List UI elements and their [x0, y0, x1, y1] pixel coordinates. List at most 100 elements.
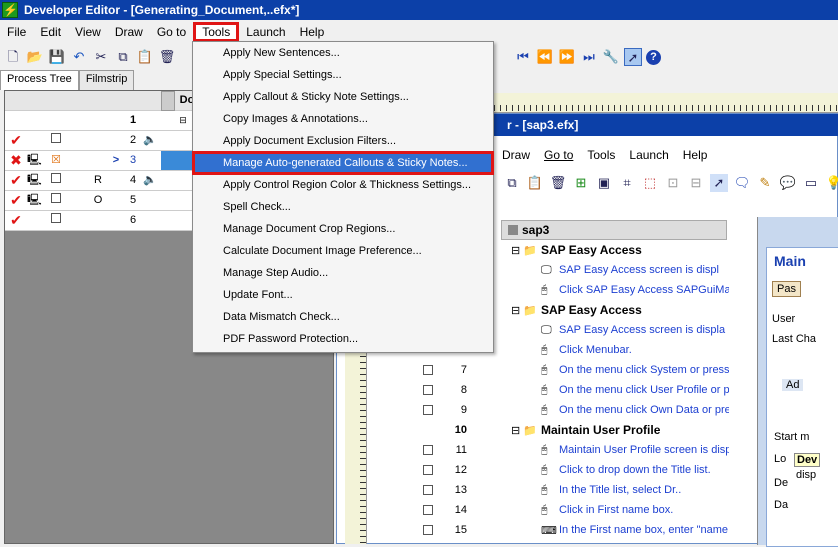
menu-edit[interactable]: Edit	[33, 25, 68, 39]
mouse-icon: 🖰	[541, 463, 548, 476]
step-checkbox[interactable]	[423, 405, 433, 415]
menu-item-copy-images-annotations[interactable]: Copy Images & Annotations...	[193, 108, 493, 130]
menu-help[interactable]: Help	[293, 25, 332, 39]
help-icon[interactable]: ?	[646, 49, 661, 65]
step-checkbox[interactable]	[423, 465, 433, 475]
menu-item-apply-callout-sticky-note-settings[interactable]: Apply Callout & Sticky Note Settings...	[193, 86, 493, 108]
list-item[interactable]: 9 🖰 On the menu click Own Data or pre	[381, 400, 729, 420]
list-item[interactable]: 11 🖰 Maintain User Profile screen is disp	[381, 440, 729, 460]
cut-icon[interactable]: ✂	[92, 48, 110, 66]
list-item[interactable]: 14 🖰 Click in First name box.	[381, 500, 727, 520]
menu-file[interactable]: File	[0, 25, 33, 39]
undo-icon[interactable]: ↶	[70, 48, 88, 66]
list-item[interactable]: 7 🖰 On the menu click System or press	[381, 360, 729, 380]
preview-label-ad: Ad	[782, 379, 804, 391]
inner-menu-tools[interactable]: Tools	[580, 146, 622, 168]
menu-item-pdf-password-protection[interactable]: PDF Password Protection...	[193, 328, 493, 350]
list-item[interactable]: 13 🖰 In the Title list, select Dr..	[381, 480, 727, 500]
add-callout-icon[interactable]: ⊞	[572, 174, 590, 192]
tab-process-tree[interactable]: Process Tree	[0, 70, 79, 90]
pointer-icon[interactable]: ➚	[710, 174, 728, 192]
inner-menu-draw[interactable]: Draw	[495, 146, 537, 168]
preview-label-pas: Pas	[772, 281, 801, 297]
save-icon[interactable]: 💾	[48, 48, 66, 66]
step-number: 12	[454, 464, 467, 476]
list-item[interactable]: 12 🖰 Click to drop down the Title list.	[381, 460, 727, 480]
comment-icon[interactable]: 💬	[779, 174, 797, 192]
first-icon[interactable]: ⏮	[514, 48, 532, 66]
mouse-icon: 🖰	[541, 483, 548, 496]
inner-menu-help[interactable]: Help	[676, 146, 715, 168]
menu-item-apply-new-sentences[interactable]: Apply New Sentences...	[193, 42, 493, 64]
menu-item-calculate-document-image-preference[interactable]: Calculate Document Image Preference...	[193, 240, 493, 262]
folder-label: Maintain User Profile	[541, 423, 661, 437]
preview-label-user: User	[772, 313, 796, 325]
screen-icon: 🖵	[541, 263, 552, 276]
wrench-icon[interactable]: 🔧	[602, 48, 620, 66]
menu-item-manage-step-audio[interactable]: Manage Step Audio...	[193, 262, 493, 284]
open-folder-icon[interactable]: 📂	[26, 48, 44, 66]
pointer-icon[interactable]: ➚	[624, 48, 642, 66]
list-item[interactable]: 15 ⌨ In the First name box, enter "name	[381, 520, 728, 540]
copy-icon[interactable]: ⧉	[503, 174, 521, 192]
menu-tools[interactable]: Tools	[193, 22, 240, 42]
next-icon[interactable]: ⏩	[558, 48, 576, 66]
crop-icon[interactable]: ⌗	[618, 174, 636, 192]
row-checkbox[interactable]	[49, 191, 63, 211]
menu-item-manage-document-crop-regions[interactable]: Manage Document Crop Regions...	[193, 218, 493, 240]
bulb-icon[interactable]: 💡	[825, 174, 838, 192]
menu-item-apply-control-region-color-thickness-settings[interactable]: Apply Control Region Color & Thickness S…	[193, 174, 493, 196]
step-checkbox[interactable]	[423, 505, 433, 515]
step-number: 10	[454, 424, 467, 436]
delete-icon[interactable]: 🗑	[549, 174, 567, 192]
menu-item-apply-special-settings[interactable]: Apply Special Settings...	[193, 64, 493, 86]
copy-icon[interactable]: ⧉	[114, 48, 132, 66]
folder-label: SAP Easy Access	[541, 303, 642, 317]
row-number: 3	[129, 154, 137, 166]
preview-label-start: Start m	[774, 431, 810, 443]
menu-draw[interactable]: Draw	[108, 25, 150, 39]
menu-item-update-font[interactable]: Update Font...	[193, 284, 493, 306]
mouse-icon: 🖰	[541, 403, 548, 416]
step-checkbox[interactable]	[423, 485, 433, 495]
menu-goto[interactable]: Go to	[150, 25, 193, 39]
tab-filmstrip[interactable]: Filmstrip	[78, 70, 135, 90]
step-checkbox[interactable]	[423, 365, 433, 375]
region-icon[interactable]: ⬚	[641, 174, 659, 192]
mouse-icon: 🖰	[541, 363, 548, 376]
frame-icon[interactable]: ⊟	[687, 174, 705, 192]
step-text: On the menu click User Profile or p	[559, 384, 729, 396]
list-item[interactable]: 8 🖰 On the menu click User Profile or p	[381, 380, 729, 400]
menu-item-data-mismatch-check[interactable]: Data Mismatch Check...	[193, 306, 493, 328]
sticky-note-icon[interactable]: 🗨	[733, 174, 751, 192]
list-item[interactable]: 10 ⊟ 📁 Maintain User Profile	[381, 420, 727, 440]
step-checkbox[interactable]	[423, 385, 433, 395]
row-checkbox[interactable]	[49, 171, 63, 191]
menu-item-spell-check[interactable]: Spell Check...	[193, 196, 493, 218]
new-file-icon[interactable]: 🗋	[4, 48, 22, 66]
row-checkbox[interactable]	[49, 211, 63, 231]
step-checkbox[interactable]	[423, 525, 433, 535]
menu-launch[interactable]: Launch	[239, 25, 292, 39]
row-checkbox[interactable]	[49, 131, 63, 151]
image-icon[interactable]: ▣	[595, 174, 613, 192]
step-text: Click Menubar.	[559, 344, 632, 356]
delete-icon[interactable]: 🗑	[158, 48, 176, 66]
menu-item-manage-auto-generated-callouts-sticky-notes[interactable]: Manage Auto-generated Callouts & Sticky …	[192, 151, 494, 175]
checkmark-icon: ✔	[10, 212, 22, 228]
tree-root[interactable]: sap3	[501, 220, 727, 240]
menu-view[interactable]: View	[68, 25, 108, 39]
preview-label-disp: disp	[796, 469, 817, 481]
inner-menu-goto[interactable]: Go to	[537, 146, 580, 168]
inner-menu-launch[interactable]: Launch	[622, 146, 675, 168]
previous-icon[interactable]: ⏪	[536, 48, 554, 66]
step-checkbox[interactable]	[423, 445, 433, 455]
paste-icon[interactable]: 📋	[136, 48, 154, 66]
menu-item-apply-document-exclusion-filters[interactable]: Apply Document Exclusion Filters...	[193, 130, 493, 152]
last-icon[interactable]: ⏭	[580, 48, 598, 66]
grid-icon[interactable]: ⊡	[664, 174, 682, 192]
tooltip-icon[interactable]: ▭	[802, 174, 820, 192]
tree-collapse-icon[interactable]: ⊟	[177, 111, 189, 131]
paste-icon[interactable]: 📋	[526, 174, 544, 192]
marker-icon[interactable]: ✎	[756, 174, 774, 192]
